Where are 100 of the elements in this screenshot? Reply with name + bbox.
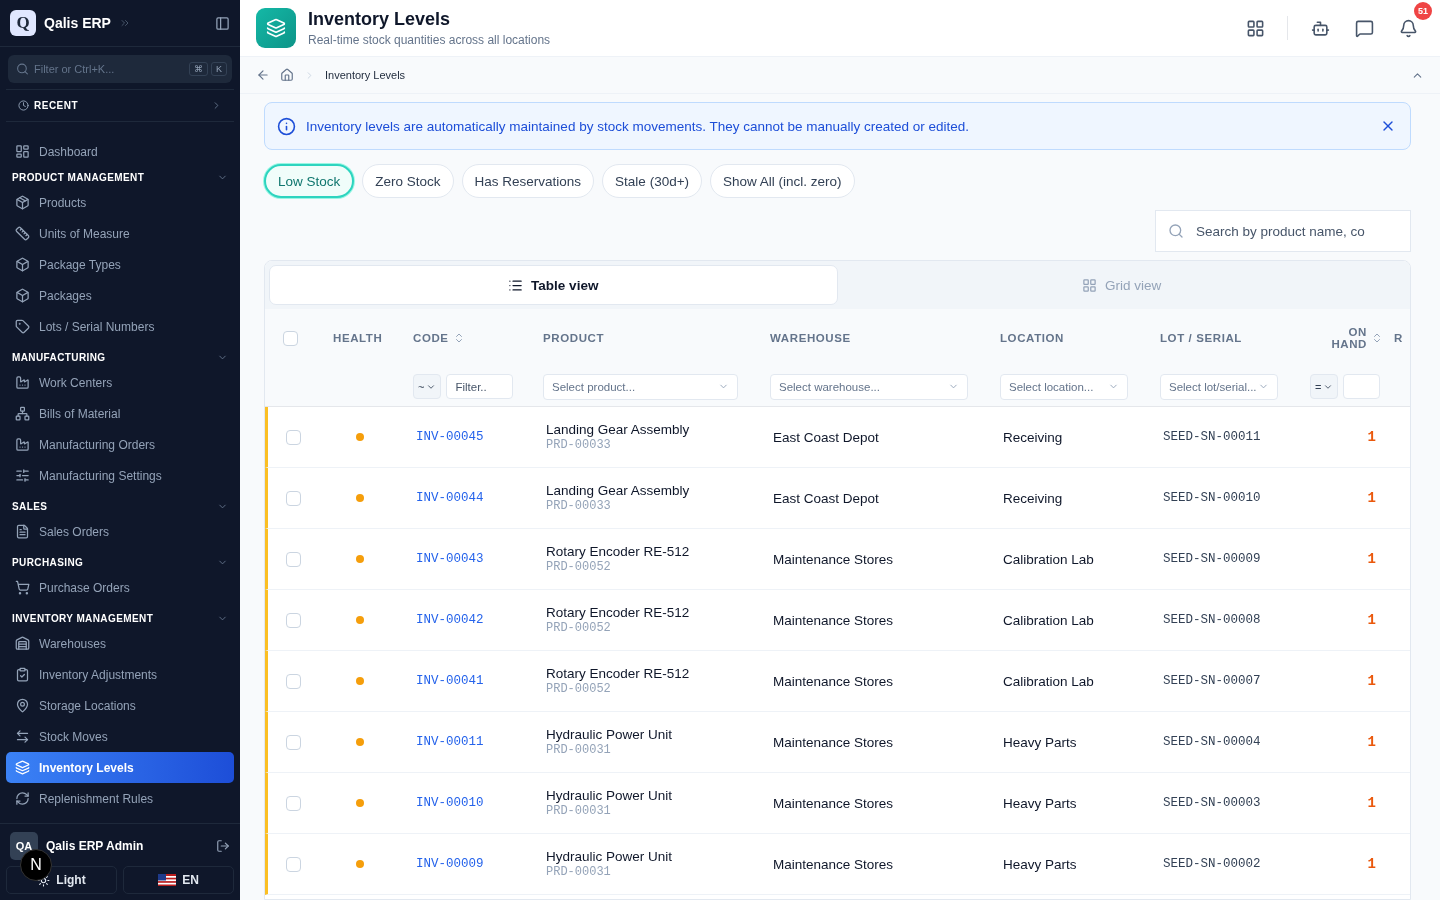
checkbox[interactable] [286, 429, 301, 445]
info-icon [277, 116, 296, 136]
health-dot [356, 860, 364, 868]
bot-icon[interactable] [1310, 18, 1330, 38]
section-heading[interactable]: PURCHASING [12, 556, 84, 568]
nav-item[interactable]: Products [6, 187, 234, 218]
nav-item[interactable]: Packages [6, 280, 234, 311]
checkbox[interactable] [283, 330, 298, 346]
section-heading[interactable]: SALES [12, 500, 48, 512]
table-cell: Maintenance Stores [773, 795, 894, 811]
section-heading[interactable]: INVENTORY MANAGEMENT [12, 612, 154, 624]
nav-item[interactable]: Manufacturing Settings [6, 460, 234, 491]
search-field[interactable]: Search by product name, co [1155, 210, 1411, 252]
nav-item[interactable]: Units of Measure [6, 218, 234, 249]
table-cell: Calibration Lab [1003, 673, 1094, 689]
nav-item[interactable]: Bills of Material [6, 398, 234, 429]
nav-item[interactable]: Manufacturing Orders [6, 429, 234, 460]
product-name: Landing Gear Assembly [546, 422, 690, 437]
nav-item[interactable]: Lots / Serial Numbers [6, 311, 234, 342]
chat-icon[interactable] [1354, 18, 1374, 38]
nav-icon [15, 667, 30, 682]
table-cell: SEED-SN-00009 [1163, 552, 1261, 566]
checkbox[interactable] [286, 673, 301, 689]
nav-item[interactable]: Package Types [6, 249, 234, 280]
view-tab[interactable]: Table view [269, 265, 838, 305]
product-code: PRD-00052 [546, 560, 612, 574]
filter-chip[interactable]: Low Stock [264, 164, 355, 198]
checkbox[interactable] [286, 490, 301, 506]
code-link[interactable]: INV-00009 [416, 857, 484, 871]
table-cell: Calibration Lab [1003, 551, 1094, 567]
product-name: Hydraulic Power Unit [546, 788, 673, 803]
table-cell: Receiving [1003, 429, 1063, 445]
checkbox[interactable] [286, 551, 301, 567]
home-icon[interactable] [280, 68, 294, 82]
nav-icon [15, 144, 30, 159]
table-cell: SEED-SN-00004 [1163, 735, 1261, 749]
filter-field[interactable]: Filter.. [446, 374, 514, 399]
filter-select[interactable]: Select product... [543, 373, 738, 400]
filter-select[interactable]: Select lot/serial... [1160, 373, 1278, 400]
product-name: Hydraulic Power Unit [546, 727, 673, 742]
code-link[interactable]: INV-00045 [416, 430, 484, 444]
collapse-sidebar-icon[interactable] [215, 15, 230, 31]
column-header: LOT / SERIAL [1160, 332, 1242, 344]
checkbox[interactable] [286, 734, 301, 750]
health-dot [356, 616, 364, 624]
code-link[interactable]: INV-00011 [416, 735, 484, 749]
logout-icon[interactable] [216, 839, 230, 853]
table-cell: Maintenance Stores [773, 551, 894, 567]
nav-icon [15, 636, 30, 651]
column-header: LOCATION [1000, 332, 1064, 344]
health-dot [356, 738, 364, 746]
code-link[interactable]: INV-00044 [416, 491, 484, 505]
table-cell: SEED-SN-00002 [1163, 857, 1261, 871]
recent-heading[interactable]: RECENT [34, 100, 206, 111]
filter-chip[interactable]: Zero Stock [362, 164, 454, 198]
nav-icon [15, 698, 30, 713]
nav-item[interactable]: Inventory Levels [6, 752, 234, 783]
nav-item[interactable]: Inventory Adjustments [6, 659, 234, 690]
section-heading[interactable]: MANUFACTURING [12, 351, 106, 363]
column-header[interactable]: ON HAND [1322, 326, 1367, 350]
quantity: 1 [1367, 856, 1376, 872]
nav-item[interactable]: Sales Orders [6, 516, 234, 547]
nav-item[interactable]: Storage Locations [6, 690, 234, 721]
nav-item[interactable]: Purchase Orders [6, 572, 234, 603]
checkbox[interactable] [286, 795, 301, 811]
table-cell: Heavy Parts [1003, 856, 1077, 872]
filter-field[interactable] [1343, 374, 1381, 399]
nav-item[interactable]: Stock Moves [6, 721, 234, 752]
product-name: Rotary Encoder RE-512 [546, 544, 690, 559]
column-header[interactable]: CODE [413, 332, 449, 344]
operator-select[interactable]: ~ [413, 374, 442, 399]
nav-item[interactable]: Dashboard [6, 136, 234, 167]
filter-chip[interactable]: Has Reservations [461, 164, 595, 198]
code-link[interactable]: INV-00041 [416, 674, 484, 688]
product-name: Rotary Encoder RE-512 [546, 605, 690, 620]
nav-item[interactable]: Work Centers [6, 367, 234, 398]
code-link[interactable]: INV-00043 [416, 552, 484, 566]
nav-icon [15, 524, 30, 539]
back-icon[interactable] [256, 68, 270, 82]
table-cell: SEED-SN-00007 [1163, 674, 1261, 688]
code-link[interactable]: INV-00010 [416, 796, 484, 810]
filter-select[interactable]: Select warehouse... [770, 373, 968, 400]
checkbox[interactable] [286, 856, 301, 872]
nav-icon [15, 406, 30, 421]
nav-item[interactable]: Replenishment Rules [6, 783, 234, 814]
filter-select[interactable]: Select location... [1000, 373, 1128, 400]
checkbox[interactable] [286, 612, 301, 628]
expand-icon[interactable] [118, 17, 131, 29]
section-heading[interactable]: PRODUCT MANAGEMENT [12, 171, 145, 183]
filter-chip[interactable]: Show All (incl. zero) [710, 164, 855, 198]
language-button[interactable]: EN [123, 866, 234, 894]
code-link[interactable]: INV-00042 [416, 613, 484, 627]
sort-icon[interactable] [1371, 332, 1383, 344]
table-cell: SEED-SN-00011 [1163, 430, 1261, 444]
notifications-icon[interactable] [1398, 18, 1418, 38]
table-cell: Maintenance Stores [773, 734, 894, 750]
nav-item[interactable]: Warehouses [6, 628, 234, 659]
filter-chip[interactable]: Stale (30d+) [602, 164, 703, 198]
operator-select[interactable]: = [1310, 374, 1339, 399]
apps-icon[interactable] [1245, 18, 1265, 38]
